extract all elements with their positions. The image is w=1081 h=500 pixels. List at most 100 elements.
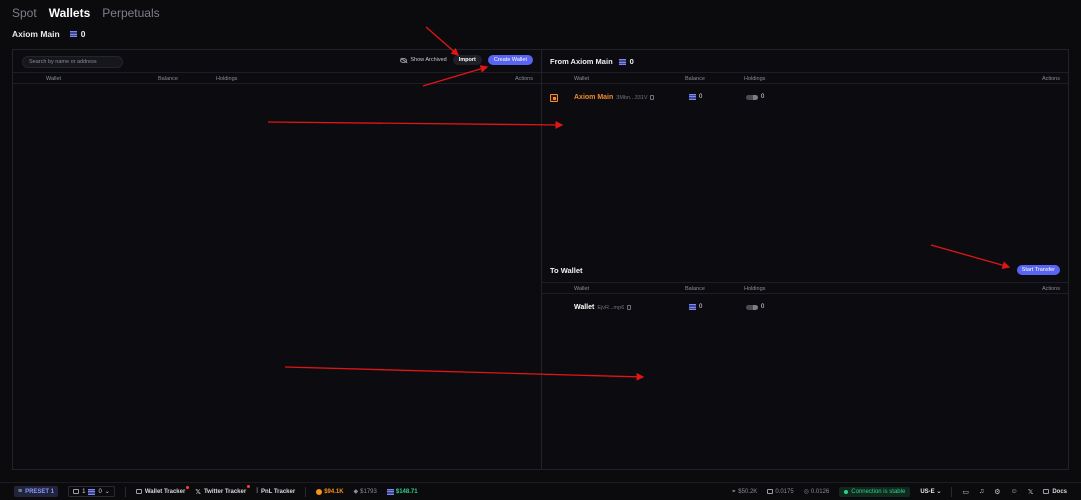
toggle-icon	[746, 94, 758, 100]
to-title: To Wallet	[550, 266, 583, 275]
to-section-title: To Wallet	[550, 266, 583, 275]
from-section-title: From Axiom Main 0	[550, 57, 634, 66]
from-table-header: Wallet Balance Holdings Actions	[542, 72, 1068, 84]
show-archived-toggle[interactable]: Show Archived	[400, 57, 447, 63]
btc-price: $94.1K	[316, 488, 344, 495]
wallet-tracker-button[interactable]: Wallet Tracker	[135, 485, 190, 495]
preset-button[interactable]: ≡ PRESET 1	[14, 486, 59, 497]
copy-icon[interactable]	[650, 95, 655, 100]
gas-fee: 0.0175	[767, 488, 794, 495]
gas-icon	[767, 489, 774, 494]
table-row[interactable]: Axiom Main 3Mbn...331V 0 0	[542, 92, 1068, 106]
chart-icon: ⫶	[256, 487, 258, 495]
status-bar: ≡ PRESET 1 1 0 ⌄ Wallet Tracker 𝕏 Twitte…	[0, 482, 1081, 500]
column-wallet: Wallet	[46, 76, 62, 82]
connection-status: Connection is stable	[839, 486, 911, 497]
docs-link[interactable]: Docs	[1043, 489, 1067, 495]
wallet-actions: Show Archived Import Create Wallet	[400, 55, 533, 65]
wallet-address: EjvR...mp6	[597, 304, 625, 311]
wallet-address: 3Mbn...331V	[616, 94, 648, 101]
sol-price: $148.71	[386, 488, 418, 495]
wallet-name: Axiom Main	[574, 94, 614, 101]
ethereum-icon: ◆	[353, 489, 359, 495]
tab-spot[interactable]: Spot	[12, 6, 37, 20]
settings-icon[interactable]: ⚙	[994, 488, 1000, 496]
solana-icon	[69, 31, 77, 37]
table-row[interactable]: Wallet EjvR...mp6 0 0	[542, 302, 1068, 316]
region-selector[interactable]: US-E ⌄	[920, 488, 941, 495]
wallet-holdings: 0	[761, 304, 765, 310]
bitcoin-icon	[316, 488, 323, 495]
column-wallet: Wallet	[574, 76, 590, 82]
bell-icon[interactable]: ♫	[979, 488, 984, 495]
column-balance: Balance	[685, 76, 705, 82]
top-tabs: Spot Wallets Perpetuals	[12, 6, 160, 20]
pnl-tracker-label: PnL Tracker	[260, 488, 296, 495]
folder-icon	[73, 489, 80, 494]
layers-icon: ◎	[803, 489, 809, 495]
column-actions: Actions	[514, 76, 533, 82]
column-holdings: Holdings	[744, 76, 766, 82]
account-balance: 0	[80, 29, 86, 39]
wallets-table-header: Wallet Balance Holdings Actions	[13, 72, 541, 84]
notification-dot	[247, 484, 251, 488]
divider	[951, 486, 953, 497]
column-actions: Actions	[1041, 76, 1060, 82]
wallets-list-panel: Show Archived Import Create Wallet Walle…	[12, 49, 541, 470]
wallet-icon	[135, 489, 142, 494]
column-balance: Balance	[158, 76, 178, 82]
gas-fee-value: 0.0175	[775, 488, 794, 495]
calendar-icon[interactable]: ▭	[962, 488, 969, 496]
chevron-down-icon: ⌄	[104, 489, 110, 495]
priority-fee-value: 0.0126	[810, 488, 830, 495]
column-balance: Balance	[685, 286, 705, 292]
eth-price: ◆ $1793	[353, 488, 377, 496]
to-table-header: Wallet Balance Holdings Actions	[542, 282, 1068, 294]
discord-icon[interactable]: ☺	[1011, 488, 1018, 495]
import-button[interactable]: Import	[452, 55, 482, 65]
wallet-selector[interactable]: 1 0 ⌄	[68, 486, 115, 497]
market-cap-value: $50.2K	[738, 488, 758, 495]
wallet-holdings: 0	[761, 94, 765, 100]
account-summary: Axiom Main 0	[12, 29, 85, 39]
column-holdings: Holdings	[216, 76, 238, 82]
transfer-panel: From Axiom Main 0 Wallet Balance Holding…	[541, 49, 1069, 470]
column-wallet: Wallet	[574, 286, 590, 292]
from-title: From Axiom Main	[550, 57, 613, 66]
wallet-tracker-label: Wallet Tracker	[144, 488, 186, 495]
tab-perpetuals[interactable]: Perpetuals	[102, 6, 159, 20]
copy-icon[interactable]	[627, 305, 632, 310]
docs-icon	[1043, 489, 1050, 494]
chevron-down-icon: ⌄	[936, 489, 942, 495]
btc-price-value: $94.1K	[324, 488, 344, 495]
tab-wallets[interactable]: Wallets	[49, 6, 91, 20]
twitter-tracker-button[interactable]: 𝕏 Twitter Tracker	[195, 484, 251, 496]
wallet-balance: 0	[98, 488, 102, 495]
solana-icon	[689, 304, 696, 310]
checkbox-icon[interactable]	[550, 94, 558, 102]
divider	[305, 486, 307, 497]
search-input[interactable]	[22, 56, 123, 68]
pnl-tracker-button[interactable]: ⫶ PnL Tracker	[256, 488, 295, 496]
connection-status-text: Connection is stable	[851, 488, 906, 495]
eth-price-value: $1793	[360, 488, 377, 495]
account-name: Axiom Main	[12, 29, 60, 39]
x-icon[interactable]: 𝕏	[1028, 488, 1034, 496]
column-holdings: Holdings	[744, 286, 766, 292]
link-icon: ⚭	[731, 489, 737, 495]
wallet-name: Wallet	[574, 304, 595, 311]
show-archived-label: Show Archived	[410, 57, 447, 63]
region-label: US-E	[920, 489, 935, 495]
priority-fee: ◎ 0.0126	[803, 488, 830, 496]
status-dot	[844, 489, 849, 494]
wallet-count: 1	[82, 488, 86, 495]
solana-icon	[618, 58, 626, 65]
divider	[124, 486, 126, 497]
solana-icon	[689, 94, 696, 100]
start-transfer-button[interactable]: Start Transfer	[1016, 265, 1060, 275]
create-wallet-button[interactable]: Create Wallet	[487, 55, 533, 65]
wallet-balance: 0	[699, 94, 703, 100]
sol-price-value: $148.71	[395, 488, 418, 495]
market-cap: ⚭ $50.2K	[731, 488, 758, 496]
preset-label: PRESET 1	[25, 488, 55, 495]
